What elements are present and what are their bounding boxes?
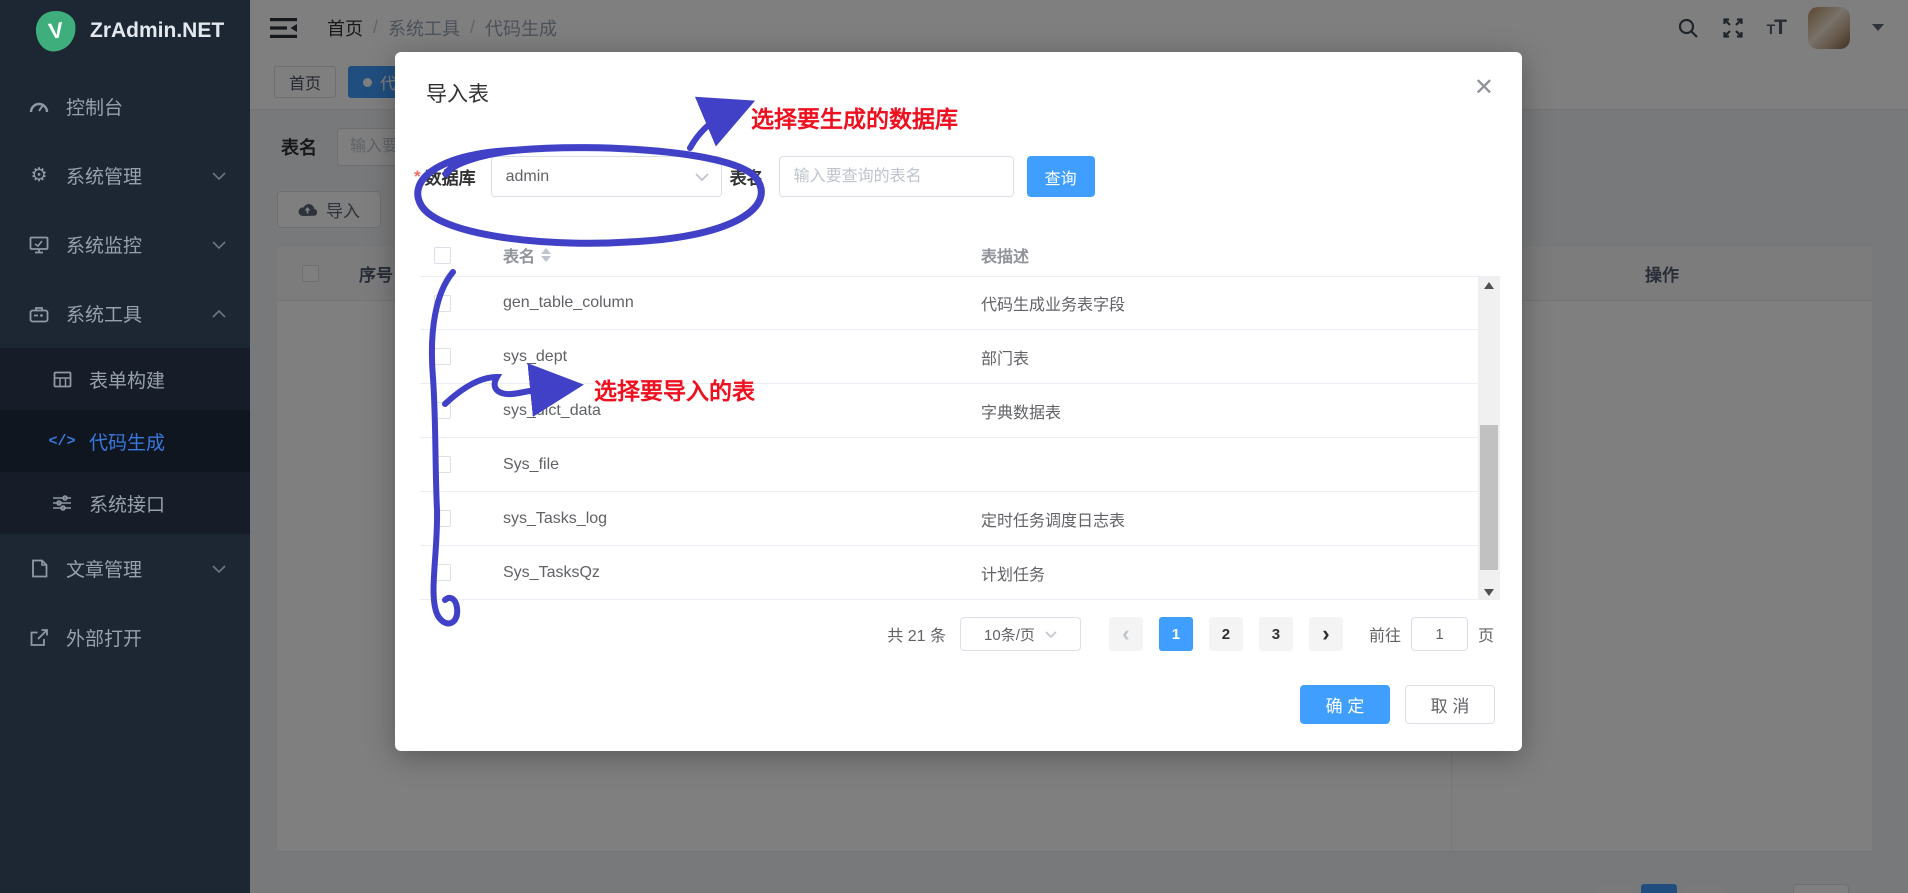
sidebar-item-label: 文章管理: [66, 560, 143, 581]
row-checkbox[interactable]: [434, 348, 451, 365]
sidebar: V ZrAdmin.NET 控制台 ⚙ 系统管理 系统监控 系统工具 表单构建 …: [0, 0, 250, 893]
sidebar-item-system-tools[interactable]: 系统工具: [0, 279, 250, 348]
page-button-3[interactable]: 3: [1258, 617, 1293, 651]
pagination-total: 共 21 条: [887, 628, 946, 645]
sidebar-item-label: 控制台: [66, 98, 124, 119]
goto-page-input[interactable]: [1410, 617, 1468, 651]
table-row[interactable]: sys_dict_data 字典数据表: [420, 384, 1500, 438]
table-desc-cell: 代码生成业务表字段: [981, 297, 1126, 314]
row-checkbox[interactable]: [434, 294, 451, 312]
external-link-icon: [27, 628, 51, 647]
chevron-up-icon: [212, 309, 226, 318]
table-name-cell: sys_dict_data: [503, 401, 601, 419]
required-mark: *: [414, 166, 421, 186]
dialog-form: * 数据库 admin 表名 查询: [414, 156, 1095, 197]
sidebar-item-article-manage[interactable]: 文章管理: [0, 534, 250, 603]
query-button[interactable]: 查询: [1026, 156, 1095, 197]
database-label: 数据库: [424, 169, 476, 188]
sidebar-item-external-open[interactable]: 外部打开: [0, 603, 250, 672]
sidebar-item-label: 系统监控: [66, 236, 143, 257]
confirm-button[interactable]: 确 定: [1300, 685, 1390, 724]
document-icon: [27, 559, 51, 578]
sidebar-submenu-tools: 表单构建 </> 代码生成 系统接口: [0, 348, 250, 534]
chevron-down-icon: [212, 240, 226, 249]
sidebar-item-label: 代码生成: [89, 432, 166, 454]
table-name-cell: sys_Tasks_log: [503, 509, 608, 527]
table-row[interactable]: Sys_file: [420, 438, 1500, 492]
sidebar-item-system-manage[interactable]: ⚙ 系统管理: [0, 141, 250, 210]
scrollbar-thumb[interactable]: [1480, 425, 1498, 570]
form-grid-icon: [50, 371, 74, 388]
page-button-1[interactable]: 1: [1158, 617, 1193, 651]
dialog-table: 表名 表描述 gen_table_column 代码生成业务表字段 sys_de…: [420, 234, 1500, 600]
sidebar-menu: 控制台 ⚙ 系统管理 系统监控 系统工具 表单构建 </> 代码生成 系统接口 …: [0, 72, 250, 672]
dashboard-icon: [27, 98, 51, 116]
row-checkbox[interactable]: [434, 564, 451, 581]
gear-icon: ⚙: [30, 165, 48, 186]
sidebar-item-form-builder[interactable]: 表单构建: [0, 348, 250, 410]
import-table-dialog: 导入表 ✕ * 数据库 admin 表名 查询 表名 表描述: [395, 52, 1522, 751]
next-page-button[interactable]: ›: [1308, 617, 1343, 651]
table-row[interactable]: Sys_TasksQz 计划任务: [420, 546, 1500, 600]
name-column-header: 表名: [503, 243, 552, 267]
sidebar-item-dashboard[interactable]: 控制台: [0, 72, 250, 141]
goto-label: 前往: [1368, 628, 1401, 645]
code-icon: </>: [48, 432, 76, 450]
goto-suffix: 页: [1477, 628, 1494, 645]
table-name-label: 表名: [729, 169, 764, 188]
database-select[interactable]: admin: [490, 156, 722, 197]
database-select-value: admin: [505, 167, 550, 185]
chevron-down-icon: [694, 172, 709, 181]
row-checkbox[interactable]: [434, 510, 451, 527]
select-all-checkbox[interactable]: [434, 246, 451, 264]
row-checkbox[interactable]: [434, 402, 451, 419]
cancel-button[interactable]: 取 消: [1405, 685, 1495, 724]
page-button-2[interactable]: 2: [1208, 617, 1243, 651]
close-icon[interactable]: ✕: [1474, 76, 1494, 100]
page-size-select[interactable]: 10条/页: [959, 617, 1081, 651]
table-row[interactable]: sys_dept 部门表: [420, 330, 1500, 384]
sort-caret-icon[interactable]: [541, 248, 552, 262]
table-name-query-input[interactable]: [778, 156, 1014, 197]
screen: V ZrAdmin.NET 控制台 ⚙ 系统管理 系统监控 系统工具 表单构建 …: [0, 0, 1908, 893]
monitor-icon: [27, 236, 51, 254]
table-row[interactable]: sys_Tasks_log 定时任务调度日志表: [420, 492, 1500, 546]
sidebar-item-label: 外部打开: [66, 629, 143, 650]
sidebar-item-code-generation[interactable]: </> 代码生成: [0, 410, 250, 472]
dialog-pagination: 共 21 条 10条/页 ‹ 1 2 3 › 前往 页: [887, 616, 1494, 652]
dialog-table-body: gen_table_column 代码生成业务表字段 sys_dept 部门表 …: [420, 277, 1500, 600]
sidebar-item-label: 系统工具: [66, 305, 143, 326]
chevron-down-icon: [212, 564, 226, 573]
scroll-up-icon[interactable]: [1478, 277, 1500, 293]
chevron-down-icon: [212, 171, 226, 180]
scrollbar[interactable]: [1478, 277, 1500, 600]
prev-page-button[interactable]: ‹: [1108, 617, 1143, 651]
sidebar-item-label: 系统接口: [89, 494, 166, 516]
table-name-cell: sys_dept: [503, 347, 568, 365]
sidebar-item-label: 表单构建: [89, 370, 166, 392]
dialog-table-header: 表名 表描述: [420, 234, 1500, 277]
app-logo[interactable]: V ZrAdmin.NET: [0, 0, 250, 62]
table-desc-cell: 部门表: [981, 350, 1030, 368]
table-name-cell: Sys_TasksQz: [503, 563, 600, 581]
description-column-header: 表描述: [981, 249, 1030, 266]
table-name-cell: gen_table_column: [503, 294, 634, 311]
dialog-title: 导入表: [426, 83, 489, 106]
scroll-down-icon[interactable]: [1478, 584, 1500, 600]
table-row[interactable]: gen_table_column 代码生成业务表字段: [420, 277, 1500, 330]
toolbox-icon: [27, 305, 51, 323]
sidebar-item-system-api[interactable]: 系统接口: [0, 472, 250, 534]
table-desc-cell: 字典数据表: [981, 404, 1062, 422]
row-checkbox[interactable]: [434, 456, 451, 473]
table-name-cell: Sys_file: [503, 455, 560, 473]
table-desc-cell: 定时任务调度日志表: [981, 512, 1126, 530]
app-title: ZrAdmin.NET: [90, 19, 225, 42]
sidebar-item-label: 系统管理: [66, 167, 143, 188]
logo-icon: V: [33, 8, 79, 54]
sidebar-item-system-monitor[interactable]: 系统监控: [0, 210, 250, 279]
table-desc-cell: 计划任务: [981, 566, 1046, 584]
sliders-icon: [50, 494, 74, 512]
